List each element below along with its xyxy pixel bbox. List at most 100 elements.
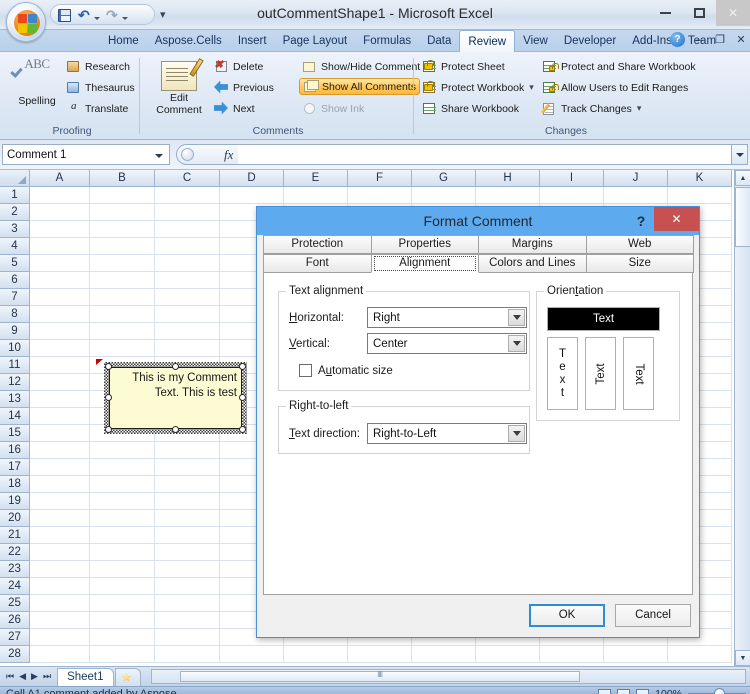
cell-C18[interactable] xyxy=(155,476,220,493)
cell-A20[interactable] xyxy=(30,510,90,527)
page-layout-view-icon[interactable] xyxy=(617,688,631,694)
orientation-stacked-option[interactable]: Text xyxy=(547,337,578,410)
row-header-10[interactable]: 10 xyxy=(0,340,30,357)
cell-A25[interactable] xyxy=(30,595,90,612)
dialog-close-button[interactable]: ✕ xyxy=(654,207,699,231)
cell-A22[interactable] xyxy=(30,544,90,561)
cell-A9[interactable] xyxy=(30,323,90,340)
sheet-tab-sheet1[interactable]: Sheet1 xyxy=(57,667,114,686)
cell-B6[interactable] xyxy=(90,272,155,289)
row-header-21[interactable]: 21 xyxy=(0,527,30,544)
cell-C1[interactable] xyxy=(155,187,220,204)
cell-C21[interactable] xyxy=(155,527,220,544)
cell-B1[interactable] xyxy=(90,187,155,204)
orientation-rotate-up-option[interactable]: Text xyxy=(585,337,616,410)
cell-E28[interactable] xyxy=(284,646,348,663)
cell-A21[interactable] xyxy=(30,527,90,544)
cell-B3[interactable] xyxy=(90,221,155,238)
text-direction-combo[interactable]: Right-to-Left xyxy=(367,423,527,444)
column-header-C[interactable]: C xyxy=(155,170,220,187)
row-header-27[interactable]: 27 xyxy=(0,629,30,646)
cell-A23[interactable] xyxy=(30,561,90,578)
name-box[interactable]: Comment 1 xyxy=(2,144,170,165)
formula-input[interactable] xyxy=(233,144,732,165)
dialog-tab-colors-and-lines[interactable]: Colors and Lines xyxy=(478,254,587,273)
cell-C28[interactable] xyxy=(155,646,220,663)
column-header-J[interactable]: J xyxy=(604,170,668,187)
cell-C17[interactable] xyxy=(155,459,220,476)
cell-A28[interactable] xyxy=(30,646,90,663)
row-header-22[interactable]: 22 xyxy=(0,544,30,561)
vertical-scrollbar[interactable]: ▲ ▼ xyxy=(734,170,750,666)
row-header-3[interactable]: 3 xyxy=(0,221,30,238)
cell-C24[interactable] xyxy=(155,578,220,595)
row-header-7[interactable]: 7 xyxy=(0,289,30,306)
horizontal-scrollbar[interactable] xyxy=(150,669,746,684)
delete-comment-button[interactable]: ✖ Delete xyxy=(214,58,263,75)
row-header-8[interactable]: 8 xyxy=(0,306,30,323)
cell-A10[interactable] xyxy=(30,340,90,357)
window-close-button[interactable]: ✕ xyxy=(716,0,750,26)
column-header-G[interactable]: G xyxy=(412,170,476,187)
cell-H28[interactable] xyxy=(476,646,540,663)
cell-C4[interactable] xyxy=(155,238,220,255)
select-all-button[interactable] xyxy=(0,170,30,187)
cell-H1[interactable] xyxy=(476,187,540,204)
row-header-19[interactable]: 19 xyxy=(0,493,30,510)
window-minimize-button[interactable] xyxy=(648,0,682,26)
cell-C25[interactable] xyxy=(155,595,220,612)
cell-C10[interactable] xyxy=(155,340,220,357)
row-header-16[interactable]: 16 xyxy=(0,442,30,459)
ribbon-tab-view[interactable]: View xyxy=(515,30,556,52)
cell-B16[interactable] xyxy=(90,442,155,459)
cell-B24[interactable] xyxy=(90,578,155,595)
cell-B2[interactable] xyxy=(90,204,155,221)
resize-handle-w[interactable] xyxy=(105,394,112,401)
orientation-horizontal-option[interactable]: Text xyxy=(547,307,660,331)
cell-B25[interactable] xyxy=(90,595,155,612)
thesaurus-button[interactable]: Thesaurus xyxy=(66,79,135,96)
row-header-11[interactable]: 11 xyxy=(0,357,30,374)
cell-I1[interactable] xyxy=(540,187,604,204)
ribbon-tab-review[interactable]: Review xyxy=(459,30,516,52)
cancel-button[interactable]: Cancel xyxy=(615,604,691,627)
cell-J1[interactable] xyxy=(604,187,668,204)
row-header-9[interactable]: 9 xyxy=(0,323,30,340)
cell-G28[interactable] xyxy=(412,646,476,663)
row-header-25[interactable]: 25 xyxy=(0,595,30,612)
row-header-26[interactable]: 26 xyxy=(0,612,30,629)
row-header-2[interactable]: 2 xyxy=(0,204,30,221)
cell-B17[interactable] xyxy=(90,459,155,476)
cell-B18[interactable] xyxy=(90,476,155,493)
chevron-down-icon[interactable] xyxy=(508,335,525,352)
comment-shape[interactable]: This is my Comment Text. This is test xyxy=(96,359,247,434)
dialog-help-button[interactable]: ? xyxy=(629,210,653,232)
cell-B10[interactable] xyxy=(90,340,155,357)
restore-window-button[interactable]: ❐ xyxy=(713,33,727,46)
cell-C27[interactable] xyxy=(155,629,220,646)
ribbon-tab-page-layout[interactable]: Page Layout xyxy=(275,30,356,52)
protect-and-share-workbook-button[interactable]: Protect and Share Workbook xyxy=(542,58,696,75)
column-header-B[interactable]: B xyxy=(90,170,155,187)
dialog-tab-font[interactable]: Font xyxy=(263,254,372,273)
cell-C2[interactable] xyxy=(155,204,220,221)
column-header-I[interactable]: I xyxy=(540,170,604,187)
scroll-up-button[interactable]: ▲ xyxy=(735,170,750,186)
chevron-down-icon[interactable] xyxy=(508,425,525,442)
previous-comment-button[interactable]: Previous xyxy=(214,79,274,96)
window-maximize-button[interactable] xyxy=(682,0,716,26)
ribbon-tab-developer[interactable]: Developer xyxy=(556,30,624,52)
column-header-A[interactable]: A xyxy=(30,170,90,187)
cell-A5[interactable] xyxy=(30,255,90,272)
cell-C3[interactable] xyxy=(155,221,220,238)
cell-B21[interactable] xyxy=(90,527,155,544)
cell-A11[interactable] xyxy=(30,357,90,374)
cell-B28[interactable] xyxy=(90,646,155,663)
cell-C26[interactable] xyxy=(155,612,220,629)
ribbon-tab-formulas[interactable]: Formulas xyxy=(355,30,419,52)
horizontal-scroll-thumb[interactable] xyxy=(179,671,580,682)
expand-formula-bar-button[interactable] xyxy=(732,144,748,165)
nav-prev-sheet-button[interactable]: ◀ xyxy=(19,671,26,682)
vertical-scroll-thumb[interactable] xyxy=(735,187,750,247)
show-hide-comment-button[interactable]: Show/Hide Comment xyxy=(302,58,420,75)
